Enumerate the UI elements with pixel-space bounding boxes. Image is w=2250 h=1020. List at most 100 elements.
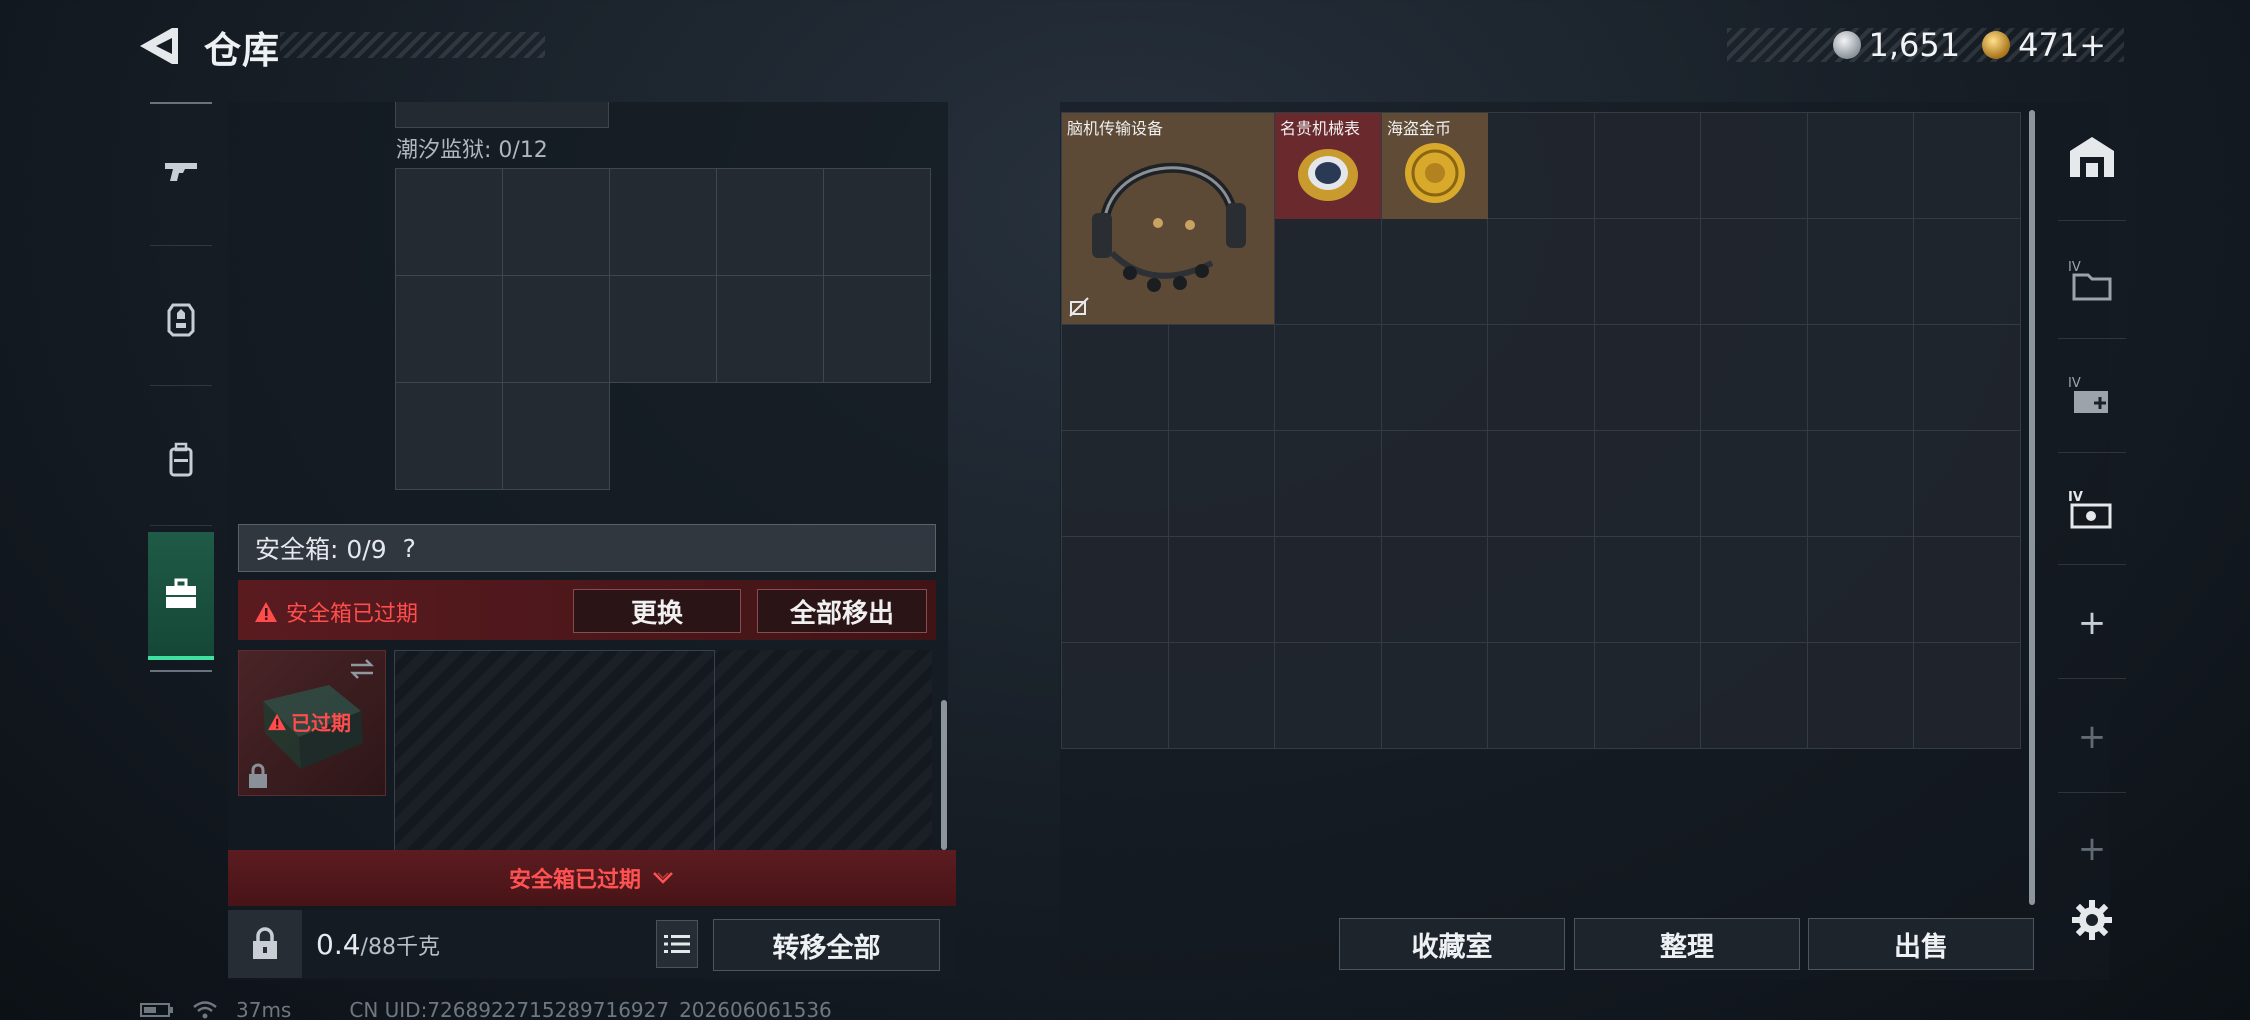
stash-scrollbar[interactable] bbox=[2029, 110, 2035, 905]
stash-slot[interactable] bbox=[1274, 642, 1382, 749]
stash-tab-folder[interactable]: IV bbox=[2040, 226, 2144, 336]
stash-slot[interactable] bbox=[1167, 536, 1275, 643]
currency-silver[interactable]: 1,651 bbox=[1832, 26, 1960, 64]
stash-slot[interactable] bbox=[1700, 536, 1808, 643]
container-slot[interactable] bbox=[716, 168, 824, 276]
stash-slot[interactable] bbox=[1806, 324, 1914, 431]
safebox-help-button[interactable]: ? bbox=[403, 534, 416, 563]
container-slot[interactable] bbox=[609, 275, 717, 383]
container-slot[interactable] bbox=[395, 382, 503, 490]
stash-item-brain-interface[interactable]: 脑机传输设备 bbox=[1062, 113, 1274, 324]
tab-safebox[interactable] bbox=[148, 532, 214, 660]
stash-tab-cash[interactable]: IV bbox=[2040, 456, 2144, 566]
stash-tab-add-case[interactable]: IV bbox=[2040, 342, 2144, 452]
stash-slot[interactable] bbox=[1913, 324, 2021, 431]
ping-value: 37ms bbox=[236, 998, 292, 1020]
container-slot[interactable] bbox=[502, 382, 610, 490]
stash-slot[interactable] bbox=[1380, 642, 1488, 749]
plus-icon: + bbox=[2077, 829, 2107, 869]
stash-slot[interactable] bbox=[1487, 324, 1595, 431]
plus-icon: + bbox=[2077, 717, 2107, 757]
tab-divider bbox=[2058, 220, 2126, 221]
stash-slot[interactable] bbox=[1700, 430, 1808, 537]
stash-slot[interactable] bbox=[1487, 430, 1595, 537]
container-slot[interactable] bbox=[395, 275, 503, 383]
stash-slot[interactable] bbox=[1806, 430, 1914, 537]
stash-slot[interactable] bbox=[1806, 112, 1914, 219]
container-slot[interactable] bbox=[716, 275, 824, 383]
safebox-thumbnail[interactable]: 已过期 bbox=[238, 650, 386, 796]
stash-slot[interactable] bbox=[1167, 430, 1275, 537]
container-slot-top bbox=[395, 102, 609, 128]
stash-slot[interactable] bbox=[1487, 112, 1595, 219]
stash-slot[interactable] bbox=[1487, 218, 1595, 325]
back-button[interactable] bbox=[132, 22, 184, 72]
stash-slot[interactable] bbox=[1380, 324, 1488, 431]
container-slot[interactable] bbox=[823, 275, 931, 383]
stash-slot[interactable] bbox=[1593, 112, 1701, 219]
stash-slot[interactable] bbox=[1913, 536, 2021, 643]
stash-slot[interactable] bbox=[1593, 536, 1701, 643]
transfer-all-button[interactable]: 转移全部 bbox=[713, 919, 940, 971]
stash-slot[interactable] bbox=[1913, 112, 2021, 219]
move-all-out-button[interactable]: 全部移出 bbox=[757, 589, 927, 633]
container-slot[interactable] bbox=[609, 168, 717, 276]
warning-icon bbox=[255, 602, 277, 622]
sort-button[interactable]: 整理 bbox=[1574, 918, 1800, 970]
stash-slot[interactable] bbox=[1061, 430, 1169, 537]
stash-slot[interactable] bbox=[1700, 218, 1808, 325]
container-slot[interactable] bbox=[502, 275, 610, 383]
stash-slot[interactable] bbox=[1274, 536, 1382, 643]
settings-button[interactable] bbox=[2040, 870, 2144, 970]
stash-slot[interactable] bbox=[1274, 430, 1382, 537]
swap-icon[interactable] bbox=[347, 657, 377, 681]
stash-slot[interactable] bbox=[1167, 324, 1275, 431]
add-stash-page-button[interactable]: + bbox=[2040, 568, 2144, 678]
stash-slot[interactable] bbox=[1913, 642, 2021, 749]
stash-slot[interactable] bbox=[1061, 536, 1169, 643]
stash-item-pirate-coin[interactable]: 海盗金币 bbox=[1382, 113, 1488, 219]
stash-slot[interactable] bbox=[1380, 536, 1488, 643]
stash-slot[interactable] bbox=[1700, 112, 1808, 219]
tab-armor[interactable] bbox=[138, 250, 224, 388]
tab-backpack[interactable] bbox=[138, 390, 224, 528]
replace-button[interactable]: 更换 bbox=[573, 589, 741, 633]
stash-slot[interactable] bbox=[1487, 642, 1595, 749]
container-grid bbox=[395, 168, 931, 490]
stash-slot[interactable] bbox=[1593, 430, 1701, 537]
stash-slot[interactable] bbox=[1913, 218, 2021, 325]
add-stash-page-button-disabled[interactable]: + bbox=[2040, 682, 2144, 792]
stash-slot[interactable] bbox=[1913, 430, 2021, 537]
stash-slot[interactable] bbox=[1380, 218, 1488, 325]
stash-slot[interactable] bbox=[1806, 536, 1914, 643]
container-slot[interactable] bbox=[823, 168, 931, 276]
sell-button[interactable]: 出售 bbox=[1808, 918, 2034, 970]
left-scrollbar[interactable] bbox=[941, 700, 947, 850]
collection-room-button[interactable]: 收藏室 bbox=[1339, 918, 1565, 970]
stash-slot[interactable] bbox=[1806, 642, 1914, 749]
stash-item-luxury-watch[interactable]: 名贵机械表 bbox=[1275, 113, 1381, 219]
stash-slot[interactable] bbox=[1806, 218, 1914, 325]
container-slot[interactable] bbox=[502, 168, 610, 276]
stash-slot[interactable] bbox=[1593, 642, 1701, 749]
stash-slot[interactable] bbox=[1274, 324, 1382, 431]
stash-slot[interactable] bbox=[1380, 430, 1488, 537]
stash-slot[interactable] bbox=[1487, 536, 1595, 643]
stash-slot[interactable] bbox=[1593, 324, 1701, 431]
stash-slot[interactable] bbox=[1274, 218, 1382, 325]
list-view-button[interactable] bbox=[656, 920, 698, 968]
container-slot[interactable] bbox=[395, 168, 503, 276]
stash-slot[interactable] bbox=[1061, 324, 1169, 431]
stash-slot[interactable] bbox=[1593, 218, 1701, 325]
stash-slot[interactable] bbox=[1061, 642, 1169, 749]
safebox-expired-text: 安全箱已过期 bbox=[286, 602, 419, 627]
bottom-expired-banner[interactable]: 安全箱已过期 bbox=[228, 850, 956, 906]
tab-weapons[interactable] bbox=[138, 102, 224, 240]
no-transfer-icon bbox=[1069, 297, 1089, 317]
lock-button[interactable] bbox=[228, 910, 302, 978]
stash-slot[interactable] bbox=[1700, 324, 1808, 431]
currency-gold[interactable]: 471+ bbox=[1982, 26, 2106, 64]
stash-tab-main[interactable] bbox=[2040, 102, 2144, 212]
stash-slot[interactable] bbox=[1700, 642, 1808, 749]
stash-slot[interactable] bbox=[1167, 642, 1275, 749]
